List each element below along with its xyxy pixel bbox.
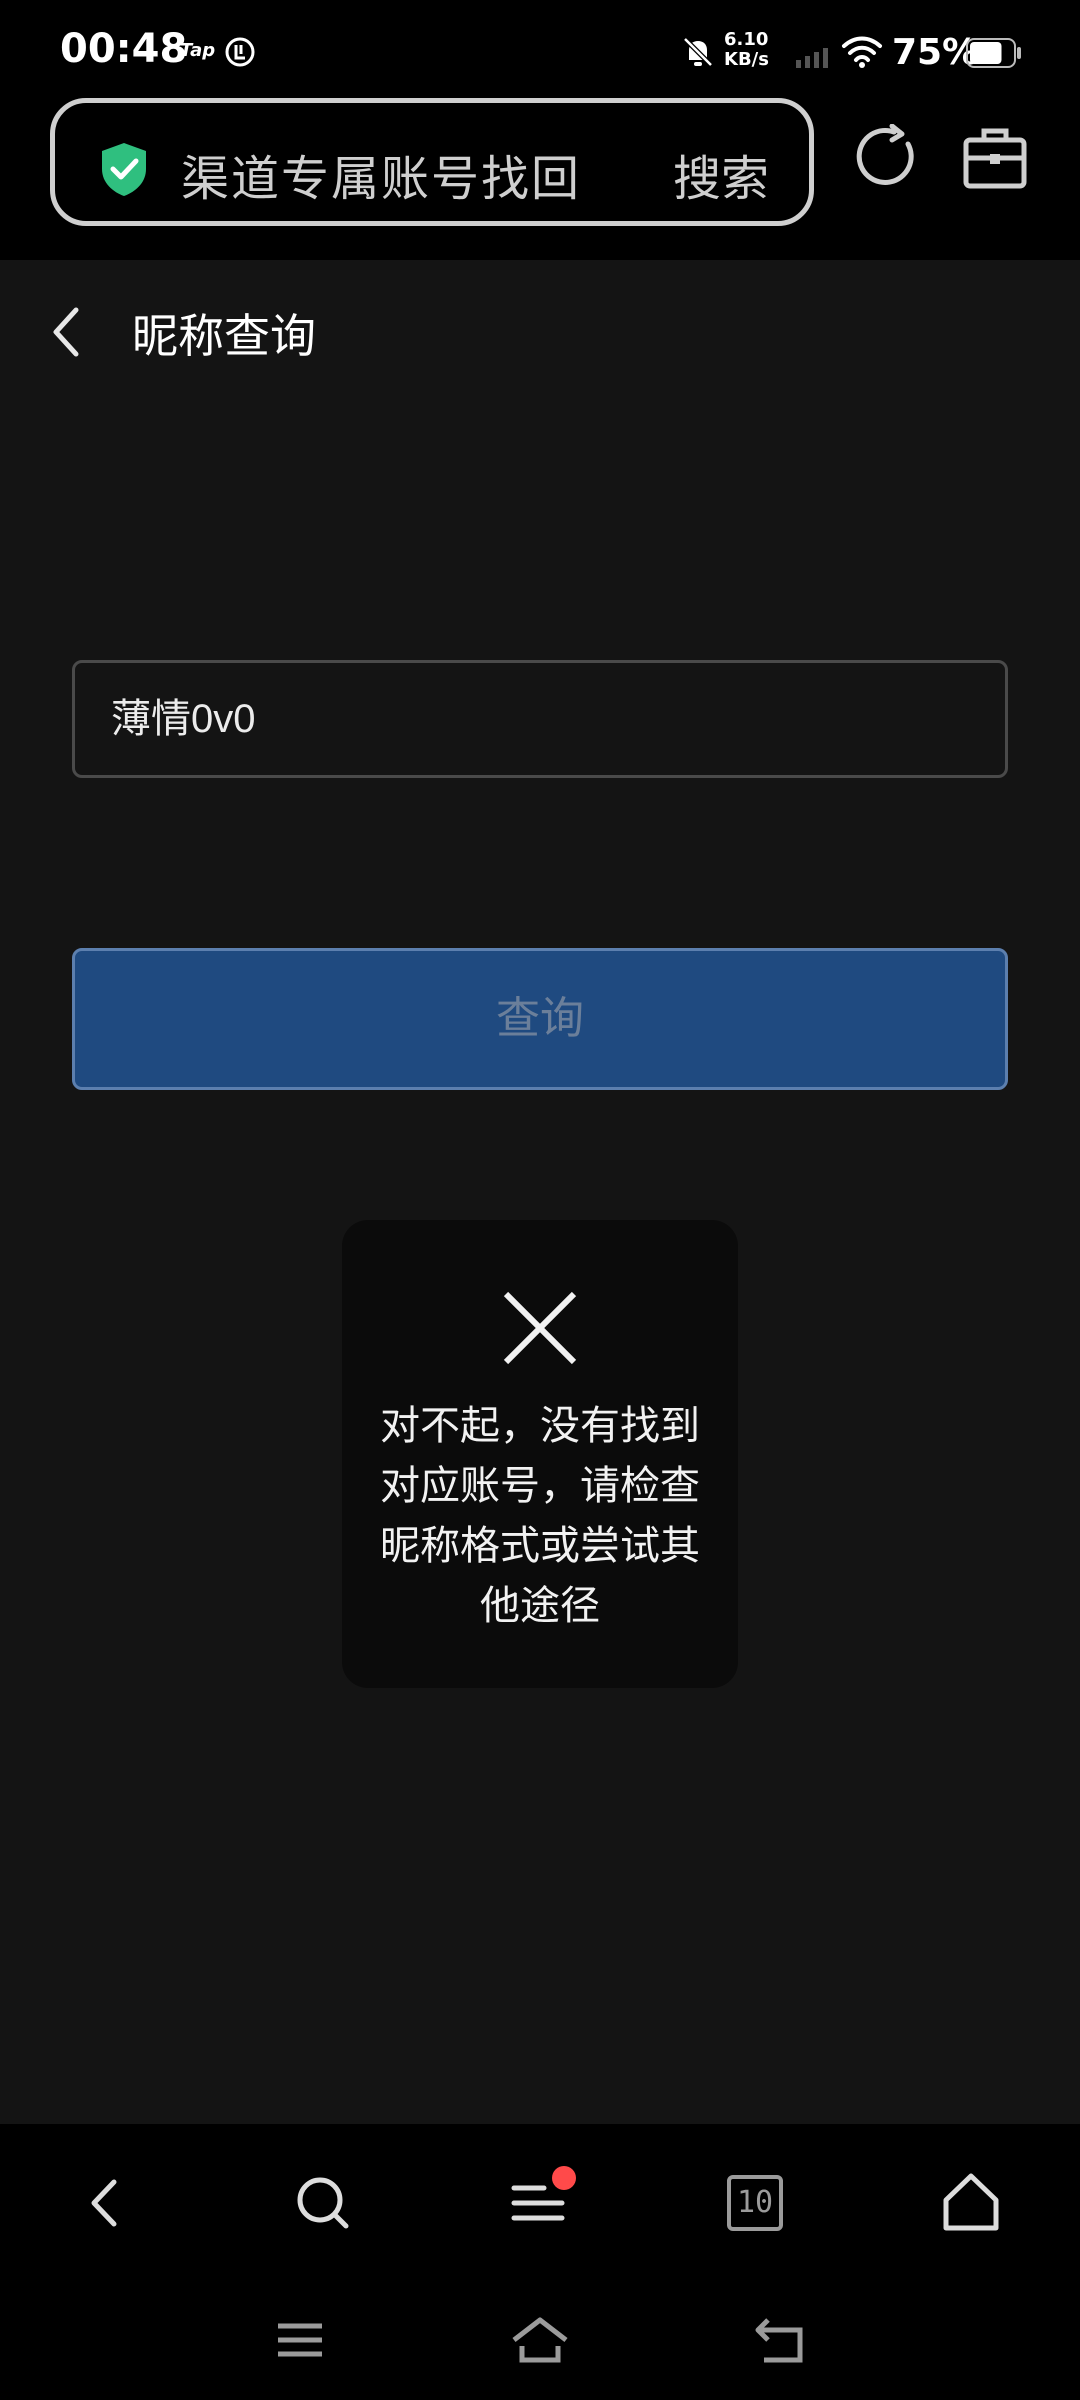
network-speed-value: 6.10 xyxy=(724,29,769,50)
battery-icon xyxy=(966,38,1021,68)
close-x-icon xyxy=(503,1291,577,1365)
refresh-icon[interactable] xyxy=(856,124,922,190)
nickname-input[interactable]: 薄情0v0 xyxy=(72,660,1008,778)
app-notification-icon xyxy=(225,37,255,67)
nav-search-icon[interactable] xyxy=(288,2168,358,2238)
system-home-icon[interactable] xyxy=(510,2312,570,2368)
wifi-icon xyxy=(842,36,882,68)
nav-home-icon[interactable] xyxy=(936,2168,1006,2238)
nav-back-icon[interactable] xyxy=(72,2168,142,2238)
tap-app-badge: Tap xyxy=(180,40,216,61)
page-title: 昵称查询 xyxy=(132,309,316,363)
security-shield-icon xyxy=(102,143,146,196)
address-query-text: 渠道专属账号找回 xyxy=(181,151,582,207)
browser-toolbar: 渠道专属账号找回 搜索 xyxy=(0,96,1080,260)
address-bar[interactable]: 渠道专属账号找回 搜索 xyxy=(50,98,814,226)
system-back-icon[interactable] xyxy=(750,2312,810,2368)
signal-icon xyxy=(796,48,828,68)
network-speed-unit: KB/s xyxy=(724,49,769,70)
nickname-query-page: 昵称查询 薄情0v0 查询 对不起，没有找到对应账号，请检查昵称格式或尝试其他途… xyxy=(0,260,1080,2124)
toast-message: 对不起，没有找到对应账号，请检查昵称格式或尝试其他途径 xyxy=(380,1403,700,1629)
status-time: 00:48 xyxy=(60,26,188,72)
query-button[interactable]: 查询 xyxy=(72,948,1008,1090)
error-toast: 对不起，没有找到对应账号，请检查昵称格式或尝试其他途径 xyxy=(342,1220,738,1688)
toolbox-icon[interactable] xyxy=(962,126,1028,190)
browser-bottom-nav: 10 xyxy=(0,2124,1080,2276)
recent-apps-icon[interactable] xyxy=(270,2312,330,2368)
network-speed: 6.10 KB/s xyxy=(724,30,784,70)
menu-notification-dot xyxy=(552,2166,576,2190)
mute-bell-icon xyxy=(683,37,713,67)
system-nav-bar xyxy=(0,2276,1080,2400)
tab-count[interactable]: 10 xyxy=(720,2170,790,2236)
status-bar: 00:48 Tap 6.10 KB/s 75% xyxy=(0,0,1080,96)
back-arrow-icon[interactable] xyxy=(44,302,88,362)
address-search-button[interactable]: 搜索 xyxy=(673,139,769,209)
